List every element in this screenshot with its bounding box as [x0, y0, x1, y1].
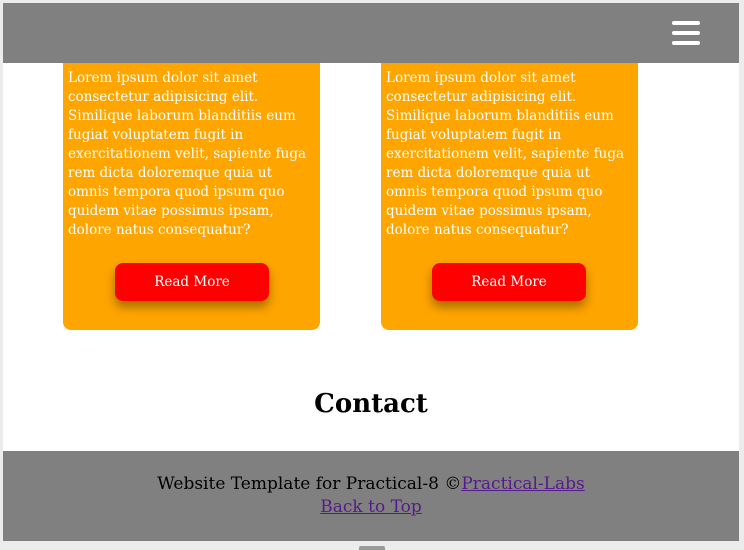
footer: Website Template for Practical-8 ©Practi…: [3, 451, 739, 541]
read-more-button[interactable]: Read More: [115, 263, 269, 301]
card-1: Lorem ipsum dolor sit amet consectetur a…: [63, 43, 320, 330]
read-more-button[interactable]: Read More: [432, 263, 586, 301]
footer-text: Website Template for Practical-8 ©: [157, 474, 462, 494]
contact-heading: Contact: [314, 389, 428, 419]
card-text: Lorem ipsum dolor sit amet consectetur a…: [386, 70, 625, 238]
practical-labs-link[interactable]: Practical-Labs: [461, 474, 584, 494]
footer-back-to-top: Back to Top: [3, 496, 739, 518]
card-2: Lorem ipsum dolor sit amet consectetur a…: [381, 43, 638, 330]
top-navbar: [3, 3, 739, 63]
footer-credit: Website Template for Practical-8 ©Practi…: [3, 473, 739, 495]
card-text: Lorem ipsum dolor sit amet consectetur a…: [68, 70, 307, 238]
scroll-handle: [359, 546, 385, 550]
hamburger-menu-icon[interactable]: [672, 21, 700, 45]
page-frame: Lorem ipsum dolor sit amet consectetur a…: [3, 3, 739, 541]
back-to-top-link[interactable]: Back to Top: [320, 497, 421, 517]
